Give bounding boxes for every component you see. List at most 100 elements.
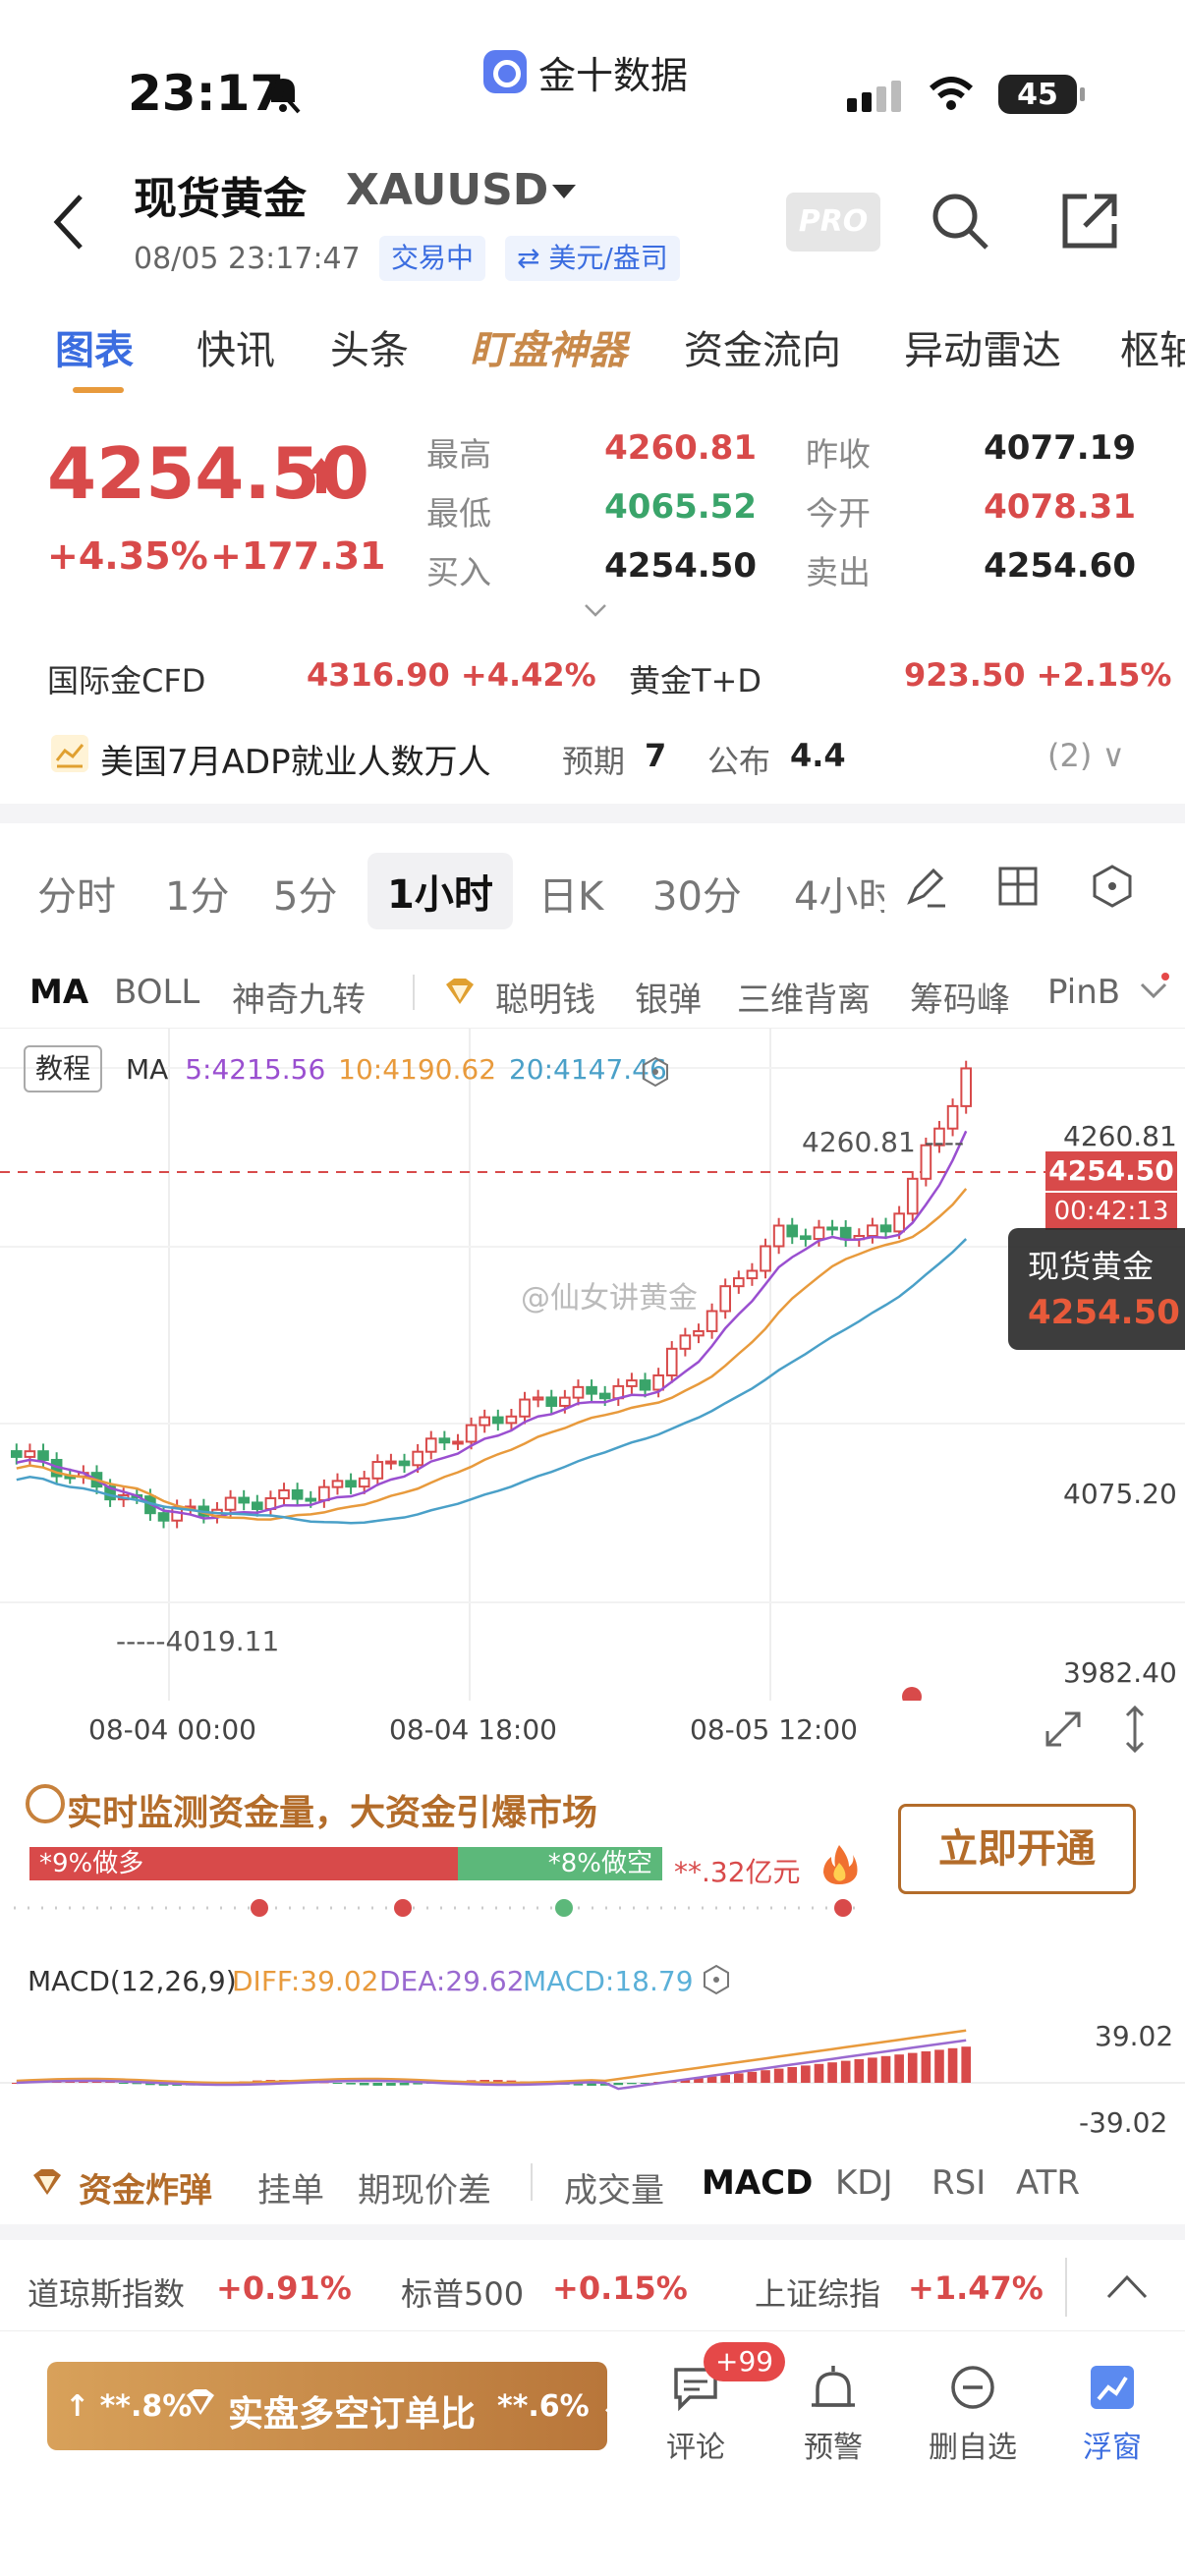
candle-body <box>252 1501 263 1510</box>
nav-comment[interactable]: 评论 <box>647 2423 745 2466</box>
vertical-scale-icon[interactable] <box>1120 1704 1150 1755</box>
draw-pen-icon[interactable] <box>902 863 949 910</box>
period-30m[interactable]: 30分 <box>652 865 742 922</box>
indicator-silver-bullet[interactable]: 银弹 <box>635 973 702 1021</box>
y-axis-bottom: 3982.40 <box>1063 1656 1177 1689</box>
indicator-chip-peak[interactable]: 筹码峰 <box>910 973 1010 1021</box>
instrument-code[interactable]: XAUUSD <box>346 165 548 215</box>
indicator-td9[interactable]: 神奇九转 <box>232 973 366 1021</box>
index-shanghai-label[interactable]: 上证综指 <box>755 2269 880 2315</box>
remove-watchlist-icon[interactable] <box>947 2362 998 2413</box>
tab-pivot[interactable]: 枢轴 <box>1120 318 1185 375</box>
jin10-logo-icon <box>483 50 527 93</box>
float-window-icon[interactable] <box>1087 2362 1138 2413</box>
chevron-down-icon[interactable] <box>1136 973 1171 1008</box>
candlestick-svg[interactable] <box>0 1029 1185 1707</box>
bell-muted-icon <box>265 75 301 114</box>
candle-body <box>879 1224 892 1233</box>
indicator-3d-divergence[interactable]: 三维背离 <box>737 973 871 1021</box>
nav-remove-watchlist[interactable]: 删自选 <box>924 2423 1022 2466</box>
subtab-capital-bomb[interactable]: 资金炸弹 <box>79 2163 212 2212</box>
candle-body <box>479 1416 490 1427</box>
candle-body <box>37 1450 49 1461</box>
index-sp500-label[interactable]: 标普500 <box>401 2269 524 2315</box>
prev-close-value: 4077.19 <box>984 428 1136 468</box>
indicator-ma[interactable]: MA <box>29 973 88 1012</box>
subtab-macd[interactable]: MACD <box>702 2163 813 2203</box>
period-1m[interactable]: 1分 <box>165 865 229 922</box>
tab-radar[interactable]: 异动雷达 <box>904 318 1061 375</box>
indicator-smart-money[interactable]: 聪明钱 <box>495 973 595 1021</box>
candlestick-chart[interactable] <box>0 1028 1185 1707</box>
weibo-watermark: @仙女讲黄金 <box>521 1281 698 1316</box>
nav-float-window[interactable]: 浮窗 <box>1063 2423 1161 2466</box>
candle-body <box>331 1480 344 1488</box>
nav-alert[interactable]: 预警 <box>784 2423 882 2466</box>
subtab-basis[interactable]: 期现价差 <box>358 2163 491 2212</box>
x-axis-label: 08-04 18:00 <box>389 1713 557 1746</box>
tutorial-button[interactable]: 教程 <box>24 1045 103 1092</box>
ma-settings-icon[interactable] <box>639 1055 672 1089</box>
chevron-up-icon[interactable] <box>1104 2271 1150 2301</box>
macd-bar <box>627 2083 637 2085</box>
tab-headlines[interactable]: 头条 <box>330 318 409 375</box>
low-marker: -----4019.11 <box>116 1625 280 1657</box>
tab-chart[interactable]: 图表 <box>55 318 134 375</box>
tab-watch-tool[interactable]: 盯盘神器 <box>470 318 627 375</box>
floating-quote-card[interactable]: 现货黄金 4254.50 <box>1008 1228 1185 1350</box>
candle-body <box>746 1269 759 1280</box>
macd-bar <box>386 2083 396 2086</box>
event-title[interactable]: 美国7月ADP就业人数万人 <box>100 735 491 783</box>
long-short-title: 实盘多空订单比 <box>228 2394 477 2435</box>
capital-monitor-title[interactable]: 实时监测资金量，大资金引爆市场 <box>67 1784 597 1835</box>
float-price: 4254.50 <box>1028 1293 1180 1332</box>
search-icon[interactable] <box>930 191 990 252</box>
open-label: 今开 <box>806 494 871 532</box>
indicator-pinbar[interactable]: PinB <box>1047 973 1126 1012</box>
period-1h[interactable]: 1小时 <box>367 853 513 929</box>
share-icon[interactable] <box>1061 193 1118 250</box>
trend-chart-icon <box>51 735 88 772</box>
macd-bar <box>947 2047 958 2083</box>
app-pill: 金十数据 <box>483 47 688 97</box>
candle-body <box>519 1398 531 1418</box>
indicator-boll[interactable]: BOLL <box>114 973 199 1012</box>
back-icon[interactable] <box>49 191 88 253</box>
tab-fund-flow[interactable]: 资金流向 <box>684 318 841 375</box>
activate-button[interactable]: 立即开通 <box>898 1804 1136 1894</box>
layout-grid-icon[interactable] <box>994 863 1042 910</box>
candle-body <box>826 1226 838 1231</box>
period-tick[interactable]: 分时 <box>37 865 116 922</box>
pro-button[interactable]: PRO <box>786 193 880 252</box>
macd-bar <box>787 2067 798 2083</box>
subtab-kdj[interactable]: KDJ <box>835 2163 893 2203</box>
period-5m[interactable]: 5分 <box>273 865 337 922</box>
unit-switch[interactable]: ⇄ 美元/盎司 <box>505 236 680 281</box>
event-marker <box>902 1687 922 1707</box>
event-actual-value: 4.4 <box>790 737 846 774</box>
caret-down-icon[interactable] <box>552 185 576 198</box>
event-more[interactable]: (2) ∨ <box>1047 737 1125 774</box>
index-dow-label[interactable]: 道琼斯指数 <box>28 2269 185 2315</box>
expand-chevron-icon[interactable] <box>584 603 607 619</box>
candle-body <box>545 1396 558 1407</box>
subtab-atr[interactable]: ATR <box>1016 2163 1080 2203</box>
candle-body <box>412 1450 423 1467</box>
tab-flash[interactable]: 快讯 <box>197 318 275 375</box>
candle-body <box>772 1224 785 1248</box>
cfd-label[interactable]: 国际金CFD <box>47 656 205 701</box>
candle-body <box>598 1392 611 1400</box>
period-daily[interactable]: 日K <box>538 865 603 922</box>
fullscreen-icon[interactable] <box>1042 1708 1085 1751</box>
settings-hex-icon[interactable] <box>1089 863 1136 910</box>
bid-label: 买入 <box>426 553 491 591</box>
subtab-volume[interactable]: 成交量 <box>564 2163 664 2212</box>
subtab-orders[interactable]: 挂单 <box>257 2163 324 2212</box>
period-4h[interactable]: 4小时 <box>794 865 884 922</box>
td-label[interactable]: 黄金T+D <box>629 656 762 701</box>
subtab-rsi[interactable]: RSI <box>931 2163 986 2203</box>
high-label: 最高 <box>426 435 491 474</box>
macd-dea: DEA:29.62 <box>379 1965 525 1997</box>
macd-settings-icon[interactable] <box>700 1963 733 1996</box>
alarm-icon[interactable] <box>808 2362 859 2413</box>
